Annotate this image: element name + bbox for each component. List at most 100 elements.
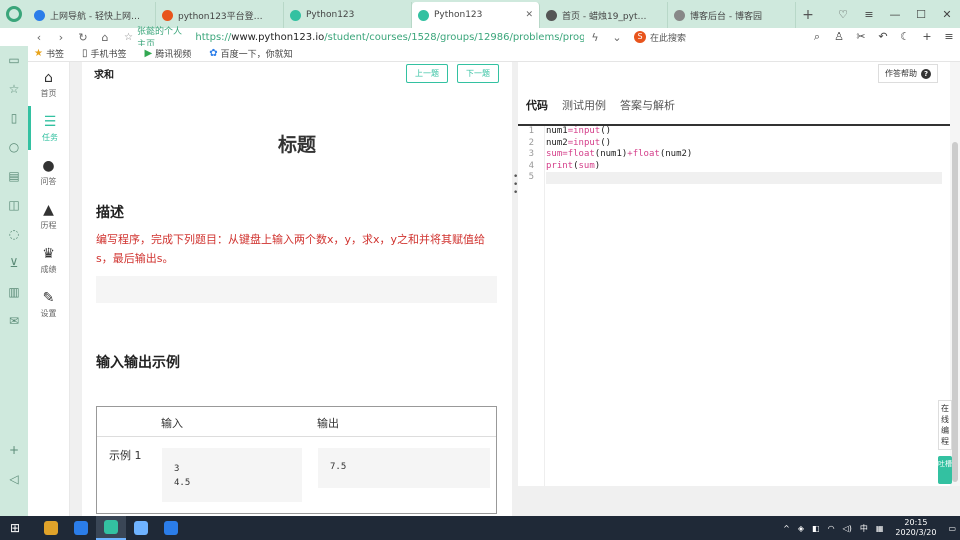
more-icon[interactable]: ≡	[938, 30, 960, 44]
lightning-icon[interactable]: ϟ	[584, 31, 606, 44]
io-example-table: 输入 输出 示例 1 3 4.5 7.5	[96, 406, 497, 514]
url-text[interactable]: https://www.python123.io/student/courses…	[195, 32, 584, 43]
sidebar-add-icon[interactable]: +	[0, 436, 28, 465]
online-coding-float[interactable]: 在线编程	[938, 400, 952, 450]
sidebar-chat-icon[interactable]: ◌	[0, 220, 28, 249]
clock[interactable]: 20:15 2020/3/20	[895, 518, 936, 538]
search-box[interactable]: S 在此搜索	[634, 31, 686, 44]
code-line[interactable]: print(sum)	[546, 161, 942, 173]
tray-arrow-icon[interactable]: ^	[783, 524, 790, 533]
sidebar-mail-icon[interactable]: ✉	[0, 307, 28, 336]
line-number: 5	[528, 172, 534, 182]
nav-label: 成绩	[40, 264, 57, 274]
search-placeholder: 在此搜索	[650, 33, 687, 44]
back-icon[interactable]: ‹	[28, 31, 50, 44]
tray-shield-icon[interactable]: ◈	[798, 524, 804, 533]
tab-title: python123平台登录 - 搜狗搜索	[178, 11, 268, 22]
user-icon[interactable]: ♙	[828, 30, 850, 44]
sidebar-games-icon[interactable]: ◫	[0, 191, 28, 220]
nav-icon: ☰	[43, 113, 57, 130]
bookmark-star-icon[interactable]: ☆	[124, 32, 133, 43]
bookmark-item[interactable]: ✿ 百度一下，你就知	[203, 47, 292, 60]
bookmark-item[interactable]: ▯ 手机书签	[76, 47, 127, 60]
address-bar[interactable]: ☆ 张懿的个人主页 https://www.python123.io/stude…	[124, 27, 584, 50]
example-label: 示例 1	[109, 449, 142, 462]
tab-title: Python123	[306, 10, 355, 20]
code-line[interactable]: num1=input()	[546, 126, 942, 138]
code-line[interactable]: sum=float(num1)+float(num2)	[546, 149, 942, 161]
favicon-icon	[546, 9, 557, 21]
play-icon: ▶	[144, 48, 153, 59]
search-icon[interactable]: ⌕	[806, 30, 828, 44]
home-icon[interactable]: ⌂	[94, 31, 116, 44]
notification-icon[interactable]: ▭	[948, 524, 956, 533]
taskbar-app-icon[interactable]	[36, 516, 66, 540]
browser-tab[interactable]: 博客后台 - 博客园	[668, 2, 796, 28]
taskbar-app-icon[interactable]	[156, 516, 186, 540]
prev-problem-button[interactable]: 上一题	[406, 64, 448, 83]
feedback-float-button[interactable]: 吐槽	[938, 456, 952, 484]
sidebar-clipboard-icon[interactable]: ▤	[0, 162, 28, 191]
bookmarks-bar: ★ 书签 ▯ 手机书签 ▶ 腾讯视频 ✿ 百度一下，你就知	[28, 46, 960, 62]
app-nav-item[interactable]: ▲ 历程	[28, 194, 69, 238]
close-window-button[interactable]: ✕	[934, 8, 960, 21]
undo-icon[interactable]: ↶	[872, 30, 894, 44]
windows-start-icon[interactable]: ⊞	[0, 521, 30, 535]
scissors-icon[interactable]: ✂	[850, 30, 872, 44]
code-line[interactable]	[546, 172, 942, 184]
close-tab-icon[interactable]: ✕	[525, 10, 533, 20]
tab-code[interactable]: 代码	[526, 97, 548, 113]
bookmark-item[interactable]: ▶ 腾讯视频	[139, 47, 192, 60]
star-icon: ★	[34, 48, 43, 59]
minimize-button[interactable]: —	[882, 8, 908, 21]
bookmark-item[interactable]: ★ 书签	[28, 47, 64, 60]
add-icon[interactable]: +	[916, 30, 938, 44]
code-editor[interactable]: 12345 num1=input() num2=input() sum=floa…	[518, 126, 942, 486]
next-problem-button[interactable]: 下一题	[457, 64, 499, 83]
favicon-icon	[162, 9, 173, 21]
line-number: 3	[528, 149, 534, 159]
taskbar-app-icon[interactable]	[126, 516, 156, 540]
shield-icon[interactable]: ♡	[830, 8, 856, 21]
sidebar-book-icon[interactable]: ▯	[0, 104, 28, 133]
app-nav-item[interactable]: ♛ 成绩	[28, 238, 69, 282]
help-button[interactable]: 作答帮助?	[878, 64, 938, 83]
favicon-icon	[290, 9, 301, 21]
sidebar-cart-icon[interactable]: ⊻	[0, 249, 28, 278]
taskbar-app-icon[interactable]	[66, 516, 96, 540]
sidebar-notes-icon[interactable]: ▥	[0, 278, 28, 307]
browser-logo-icon[interactable]	[0, 0, 28, 28]
app-nav-item[interactable]: ● 问答	[28, 150, 69, 194]
chevron-down-icon[interactable]: ⌄	[606, 31, 628, 44]
sidebar-collapse-icon[interactable]: ◁	[0, 465, 28, 494]
refresh-icon[interactable]: ↻	[72, 31, 94, 44]
app-nav-item[interactable]: ☰ 任务	[28, 106, 69, 150]
system-tray: ^ ◈ ◧ ◠ ◁) 中 ▦ 20:15 2020/3/20 ▭	[779, 518, 960, 538]
tray-network-icon[interactable]: ◧	[812, 524, 820, 533]
nav-icon: ✎	[42, 289, 55, 306]
night-mode-icon[interactable]: ☾	[894, 30, 916, 44]
code-line[interactable]: num2=input()	[546, 138, 942, 150]
menu-icon[interactable]: ≡	[856, 8, 882, 21]
wifi-icon[interactable]: ◠	[828, 524, 835, 533]
tab-answers[interactable]: 答案与解析	[620, 97, 675, 113]
keyboard-icon[interactable]: ▦	[876, 524, 884, 533]
taskbar-app-icon[interactable]	[96, 516, 126, 540]
tab-test-cases[interactable]: 测试用例	[562, 97, 606, 113]
editor-bottom-area	[518, 486, 960, 516]
browser-tab[interactable]: Python123	[284, 2, 412, 28]
line-number-gutter: 12345	[518, 126, 545, 486]
sidebar-panel-icon[interactable]: ▭	[0, 46, 28, 75]
ime-indicator[interactable]: 中	[860, 523, 868, 534]
forward-icon[interactable]: ›	[50, 31, 72, 44]
app-nav-item[interactable]: ✎ 设置	[28, 282, 69, 326]
browser-tab[interactable]: 首页 - 蜡烛19_python - 安卓	[540, 2, 668, 28]
browser-tab[interactable]: Python123 ✕	[412, 2, 540, 28]
io-table-header: 输入 输出	[97, 407, 496, 437]
sidebar-search-icon[interactable]: ○	[0, 133, 28, 162]
maximize-button[interactable]: ☐	[908, 8, 934, 21]
volume-icon[interactable]: ◁)	[843, 524, 852, 533]
sidebar-star-icon[interactable]: ☆	[0, 75, 28, 104]
app-nav-item[interactable]: ⌂ 首页	[28, 62, 69, 106]
new-tab-button[interactable]: +	[796, 2, 820, 28]
